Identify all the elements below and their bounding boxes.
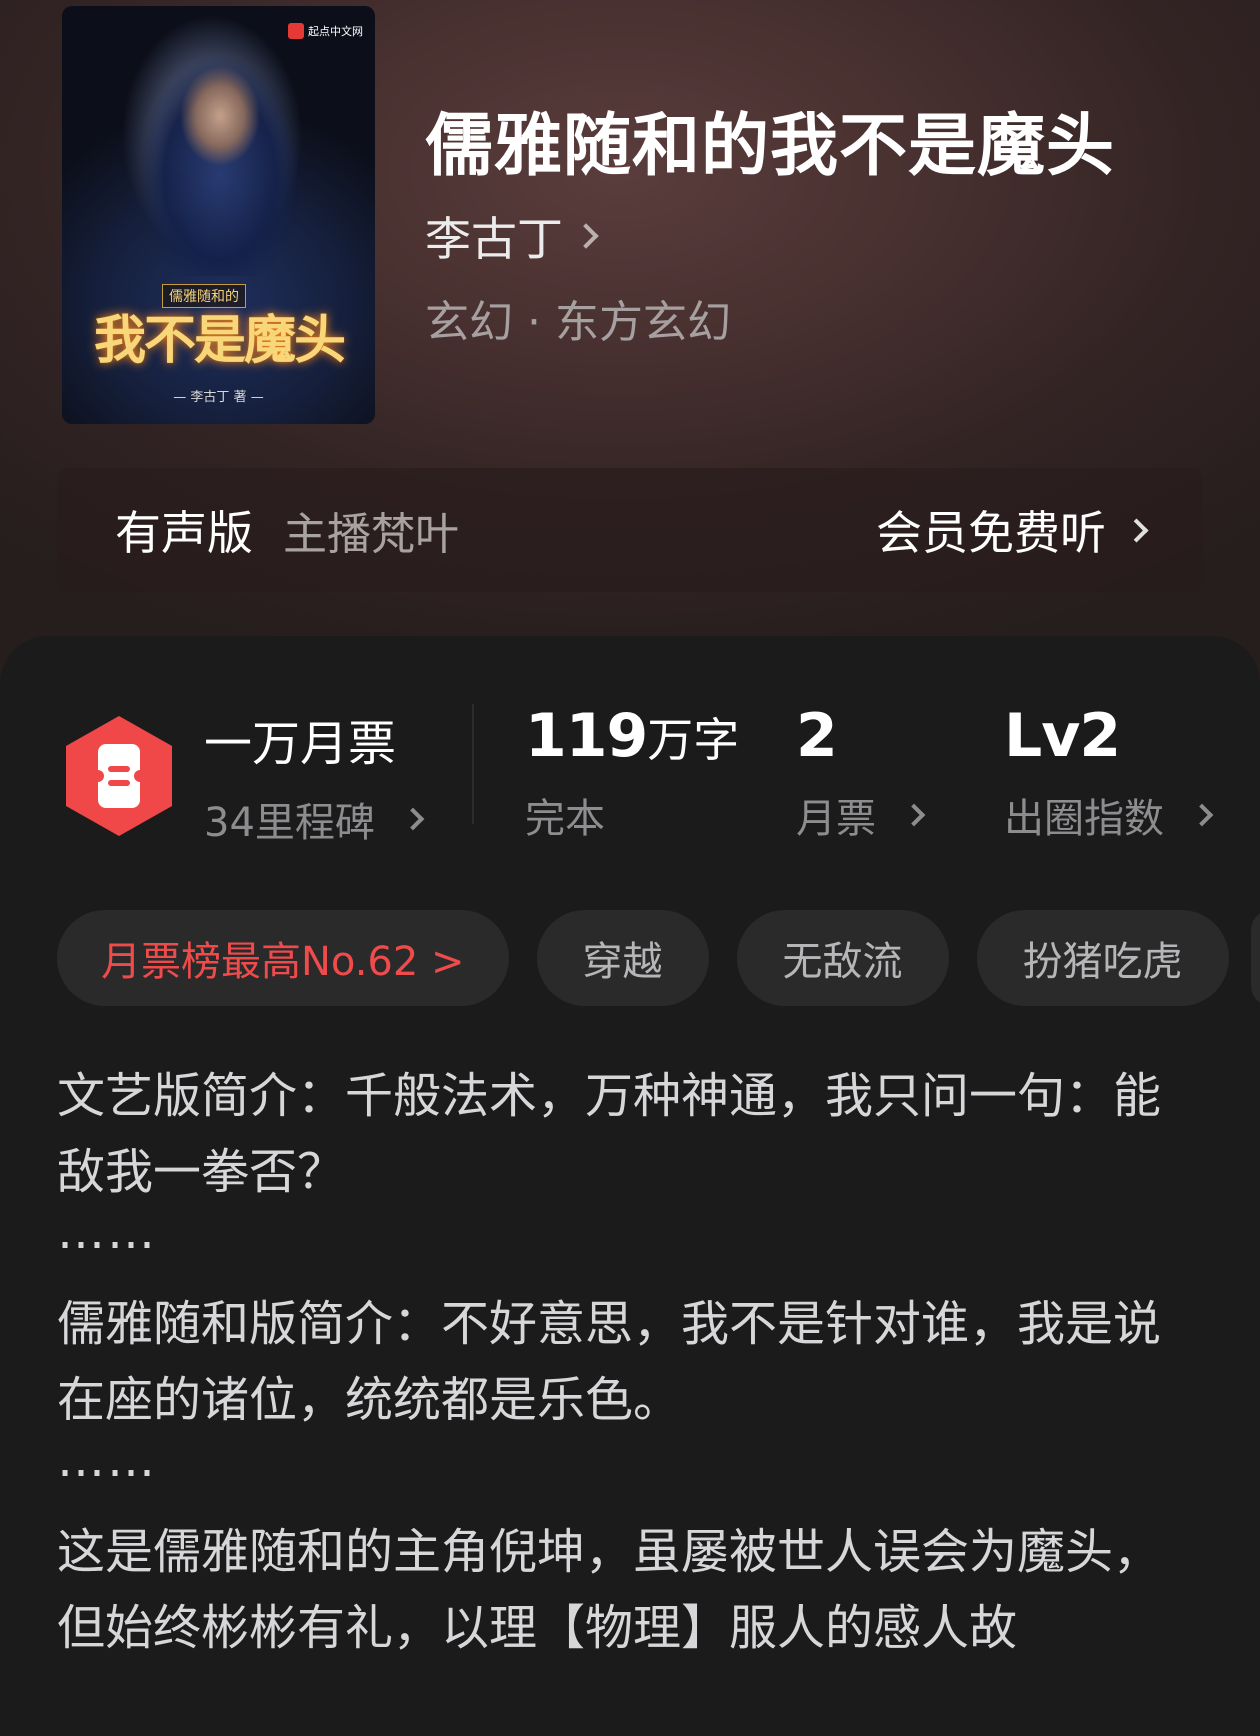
milestone-sub: 34里程碑 <box>204 790 425 848</box>
tag-pretend-weak[interactable]: 扮猪吃虎 <box>976 910 1229 1006</box>
monthly-ticket-label: 月票 <box>796 796 876 842</box>
cover-title-art: 我不是魔头 <box>93 310 346 371</box>
book-status: 完本 <box>525 786 739 844</box>
tag-time-travel[interactable]: 穿越 <box>536 910 709 1006</box>
audiobook-banner[interactable]: 有声版 主播梵叶 会员免费听 <box>57 468 1203 592</box>
synopsis-ellipsis-1: …… <box>57 1204 157 1260</box>
cover-character-art <box>140 46 300 276</box>
popularity-label-row: 出圈指数 <box>1004 786 1214 844</box>
monthly-ticket-stat[interactable]: 2 月票 <box>796 706 926 844</box>
book-cover-image[interactable]: 起点中文网 儒雅随和的 我不是魔头 — 李古丁 著 — <box>62 6 375 424</box>
popularity-level: Lv2 <box>1004 701 1121 771</box>
book-genre: 玄幻 · 东方玄幻 <box>425 297 731 348</box>
word-count-value: 119万字 <box>525 706 740 768</box>
book-status-label: 完本 <box>525 796 605 842</box>
monthly-ticket-value: 2 <box>796 706 922 768</box>
audiobook-narrator: 主播梵叶 <box>283 509 459 560</box>
author-link[interactable]: 李古丁 <box>425 203 599 269</box>
milestone-title: 一万月票 <box>204 716 397 772</box>
chevron-right-icon <box>902 803 926 827</box>
tag-row: 月票榜最高No.62 > 穿越 无敌流 扮猪吃虎 <box>57 910 1229 1006</box>
ticket-stripe-shape <box>108 766 130 772</box>
member-free-listen-button[interactable]: 会员免费听 <box>876 497 1149 563</box>
book-synopsis[interactable]: 文艺版简介：千般法术，万种神通，我只问一句：能敌我一拳否？ …… 儒雅随和版简介… <box>57 1058 1207 1666</box>
popularity-level-value: Lv2 <box>1004 706 1210 768</box>
milestone-stat[interactable]: 一万月票 34里程碑 <box>204 716 425 848</box>
stats-divider <box>472 704 474 824</box>
popularity-label: 出圈指数 <box>1004 796 1164 842</box>
chevron-right-icon <box>1190 803 1214 827</box>
word-count-unit: 万字 <box>647 713 740 767</box>
chevron-right-icon <box>401 807 425 831</box>
chevron-right-icon <box>1124 517 1149 543</box>
ticket-notch-right <box>134 770 146 782</box>
tag-overflow-partial[interactable] <box>1251 910 1260 1006</box>
milestone-count: 34里程碑 <box>204 800 375 846</box>
ticket-rank-tag[interactable]: 月票榜最高No.62 > <box>57 910 509 1006</box>
book-title: 儒雅随和的我不是魔头 <box>425 106 1116 186</box>
publisher-logo-icon <box>288 23 304 39</box>
monthly-ticket-icon[interactable] <box>62 714 176 838</box>
cover-author-credit: — 李古丁 著 — <box>173 390 264 405</box>
word-count-stat: 119万字 完本 <box>525 706 740 844</box>
word-count-number: 119 <box>525 701 648 771</box>
author-name: 李古丁 <box>425 212 563 266</box>
monthly-ticket-count: 2 <box>796 701 838 771</box>
monthly-ticket-label-row: 月票 <box>796 786 926 844</box>
ticket-body-shape <box>98 744 140 808</box>
synopsis-paragraph-3: 这是儒雅随和的主角倪坤，虽屡被世人误会为魔头，但始终彬彬有礼，以理【物理】服人的… <box>57 1524 1162 1656</box>
book-header: 起点中文网 儒雅随和的 我不是魔头 — 李古丁 著 — 儒雅随和的我不是魔头 李… <box>0 0 1260 700</box>
synopsis-paragraph-1: 文艺版简介：千般法术，万种神通，我只问一句：能敌我一拳否？ <box>57 1068 1162 1200</box>
synopsis-ellipsis-2: …… <box>57 1432 157 1488</box>
tag-invincible[interactable]: 无敌流 <box>736 910 949 1006</box>
chevron-right-icon <box>573 223 599 249</box>
ticket-notch-left <box>92 770 104 782</box>
ticket-stripe-shape-2 <box>108 780 130 786</box>
popularity-level-stat[interactable]: Lv2 出圈指数 <box>1004 706 1214 844</box>
publisher-badge-text: 起点中文网 <box>308 25 363 38</box>
publisher-badge: 起点中文网 <box>288 20 363 42</box>
member-free-listen-label: 会员免费听 <box>876 506 1106 560</box>
audiobook-label: 有声版 <box>115 506 253 560</box>
synopsis-paragraph-2: 儒雅随和版简介：不好意思，我不是针对谁，我是说在座的诸位，统统都是乐色。 <box>57 1296 1162 1428</box>
